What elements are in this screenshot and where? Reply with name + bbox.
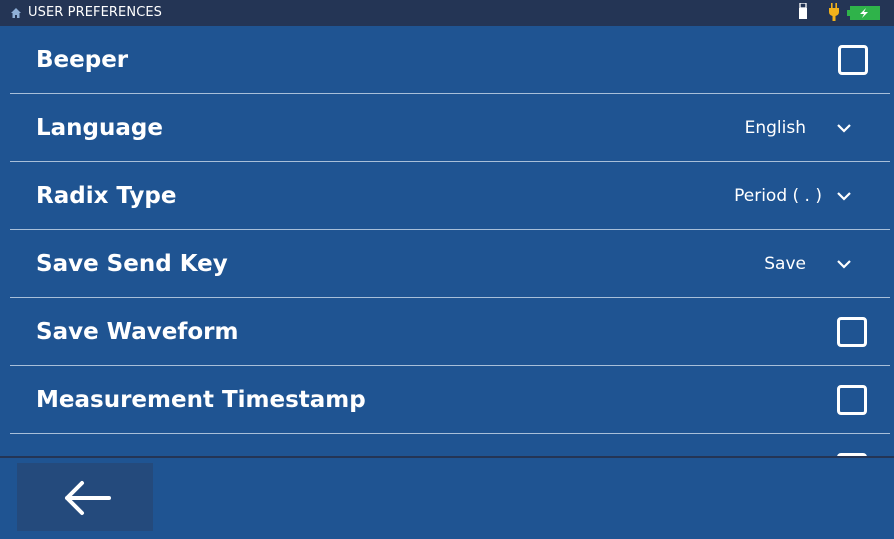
save-waveform-row[interactable]: Save Waveform: [10, 298, 890, 366]
measurement-timestamp-label: Measurement Timestamp: [36, 387, 366, 413]
measurement-timestamp-row[interactable]: Measurement Timestamp: [10, 366, 890, 434]
status-bar: USER PREFERENCES: [0, 0, 894, 26]
beeper-checkbox[interactable]: [838, 45, 868, 75]
arrow-left-icon: [65, 481, 111, 515]
save-send-key-label: Save Send Key: [36, 251, 228, 277]
chevron-down-icon[interactable]: [836, 259, 852, 269]
usb-icon: [799, 3, 807, 19]
chevron-down-icon[interactable]: [836, 191, 852, 201]
chevron-down-icon[interactable]: [836, 123, 852, 133]
save-send-key-value[interactable]: Save: [764, 230, 806, 298]
save-send-key-row[interactable]: Save Send Key Save: [10, 230, 890, 298]
footer-divider: [0, 456, 894, 458]
save-waveform-label: Save Waveform: [36, 319, 239, 345]
radix-type-label: Radix Type: [36, 183, 177, 209]
save-waveform-checkbox[interactable]: [837, 317, 867, 347]
back-button[interactable]: [17, 463, 153, 531]
screen: USER PREFERENCES Beeper Language English: [0, 0, 894, 539]
radix-type-value[interactable]: Period ( . ): [734, 162, 822, 230]
status-title: USER PREFERENCES: [28, 5, 163, 20]
battery-charging-icon: [847, 6, 880, 20]
beeper-row[interactable]: Beeper: [10, 26, 890, 94]
language-row[interactable]: Language English: [10, 94, 890, 162]
power-plug-icon: [829, 3, 839, 21]
radix-type-row[interactable]: Radix Type Period ( . ): [10, 162, 890, 230]
home-icon[interactable]: [11, 8, 21, 18]
language-label: Language: [36, 115, 163, 141]
partial-row[interactable]: [10, 434, 890, 456]
language-value[interactable]: English: [745, 94, 806, 162]
preferences-list[interactable]: Beeper Language English Radix Type Perio…: [10, 26, 890, 456]
measurement-timestamp-checkbox[interactable]: [837, 385, 867, 415]
beeper-label: Beeper: [36, 47, 129, 73]
